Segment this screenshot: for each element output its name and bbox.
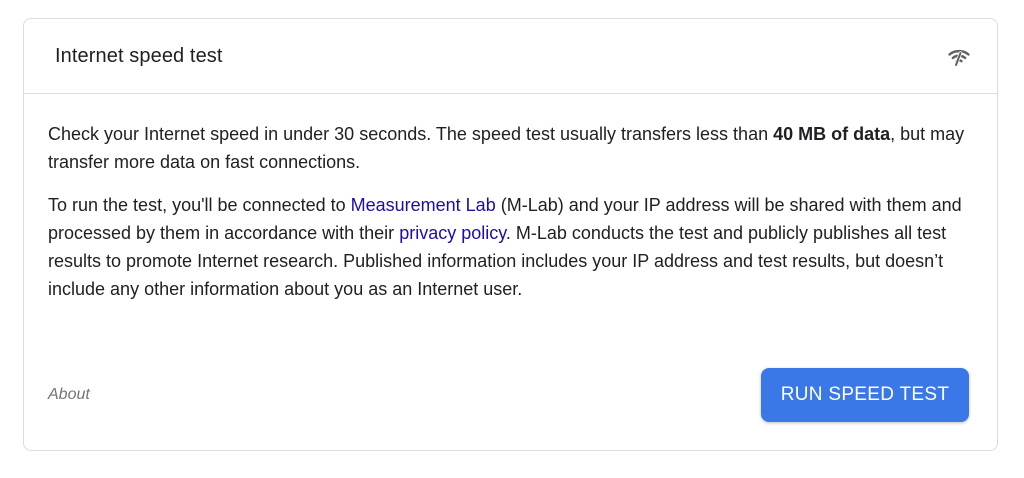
data-amount-bold: 40 MB of data <box>773 124 891 144</box>
privacy-policy-link[interactable]: privacy policy <box>399 223 506 243</box>
speed-test-card: Internet speed test Check your Internet … <box>23 18 998 451</box>
p2-text-1: To run the test, you'll be connected to <box>48 195 351 215</box>
card-footer: About RUN SPEED TEST <box>48 368 969 422</box>
about-link[interactable]: About <box>48 386 90 404</box>
wifi-speed-icon <box>947 45 971 69</box>
card-header: Internet speed test <box>24 19 997 94</box>
data-usage-paragraph: Check your Internet speed in under 30 se… <box>48 120 973 176</box>
privacy-paragraph: To run the test, you'll be connected to … <box>48 191 973 303</box>
card-title: Internet speed test <box>55 44 223 67</box>
measurement-lab-link[interactable]: Measurement Lab <box>351 195 496 215</box>
card-body: Check your Internet speed in under 30 se… <box>24 94 997 303</box>
p1-text-1: Check your Internet speed in under 30 se… <box>48 124 774 144</box>
run-speed-test-button[interactable]: RUN SPEED TEST <box>761 368 969 422</box>
